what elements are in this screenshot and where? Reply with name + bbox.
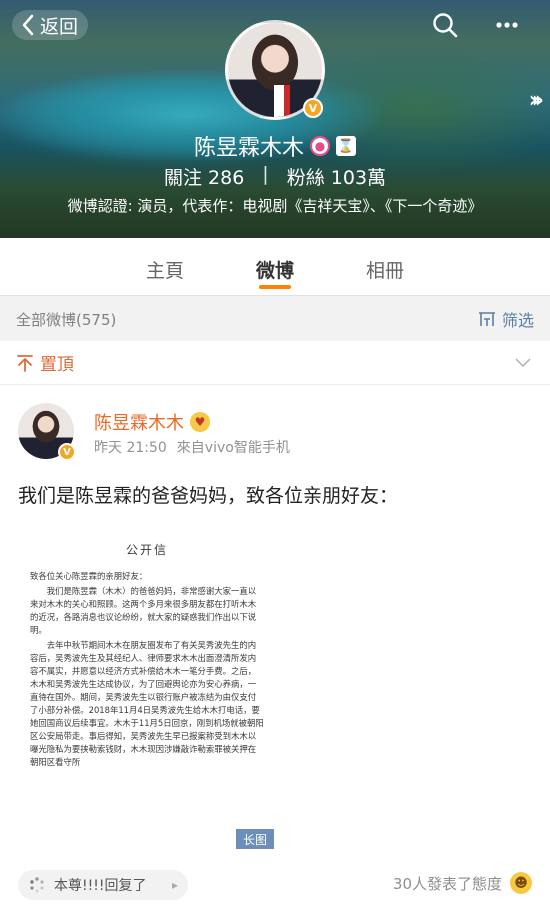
smile-emoji-icon: ☻	[510, 872, 532, 894]
post-bottom-bar: 本尊!!!!回复了 ▸ 30人發表了態度 ☻	[0, 870, 550, 916]
search-icon	[433, 13, 458, 38]
hourglass-badge-icon[interactable]: ⌛	[336, 136, 356, 156]
verification-info: 微博認證: 演员，代表作：电视剧《吉祥天宝》、《下一个奇迹》	[67, 197, 483, 215]
verified-v-icon: V	[58, 443, 76, 461]
chevron-down-icon[interactable]	[514, 353, 532, 371]
post-author-row: 陈昱霖木木 ♥	[94, 409, 210, 435]
pinned-label-group: 置頂	[16, 350, 74, 375]
post-author-name[interactable]: 陈昱霖木木	[94, 409, 184, 435]
tab-home[interactable]: 主頁	[110, 238, 220, 295]
pinned-label: 置頂	[40, 355, 74, 375]
stats-separator: |	[262, 163, 269, 185]
letter-salutation: 致各位关心陈昱霖的亲朋好友：	[30, 571, 148, 581]
more-icon	[496, 22, 518, 28]
member-badge-icon[interactable]: ●	[310, 136, 330, 156]
filter-button[interactable]: 筛选	[478, 307, 534, 331]
weibo-count-label: 全部微博(575)	[16, 310, 117, 329]
letter-paragraph: 去年中秋节期间木木在朋友圈发布了有关吴秀波先生的内容后，吴秀波先生及其经纪人、律…	[30, 640, 264, 767]
pin-top-icon	[17, 354, 33, 372]
pinned-row[interactable]: 置頂	[0, 341, 550, 385]
profile-tabs: 主頁 微博 相冊	[0, 238, 550, 296]
following-count: 286	[208, 167, 245, 189]
fans-stat[interactable]: 粉絲 103萬	[287, 163, 386, 190]
reaction-summary[interactable]: 30人發表了態度 ☻	[393, 872, 532, 894]
verified-v-icon: V	[303, 98, 323, 118]
chevron-left-icon	[22, 14, 34, 36]
weibo-post: V 陈昱霖木木 ♥ 昨天 21:50 來自vivo智能手机 我们是陈昱霖的爸爸妈…	[0, 385, 550, 916]
chevron-right-icon: ▸	[171, 878, 178, 892]
post-meta: 昨天 21:50 來自vivo智能手机	[94, 437, 290, 457]
back-button[interactable]: 返回	[12, 10, 89, 40]
filter-icon	[478, 312, 495, 326]
following-label: 關注	[163, 167, 202, 189]
profile-name-row: 陈昱霖木木 ● ⌛	[0, 130, 550, 162]
profile-name: 陈昱霖木木	[193, 136, 304, 161]
filter-label: 筛选	[501, 311, 534, 330]
fans-label: 粉絲	[286, 167, 325, 189]
loading-spinner-icon	[30, 877, 44, 893]
following-stat[interactable]: 關注 286	[164, 163, 244, 190]
long-image-badge: 长图	[236, 829, 274, 849]
tab-album[interactable]: 相冊	[330, 238, 440, 295]
comment-preview-text: 本尊!!!!回复了	[54, 878, 147, 894]
post-text: 我们是陈昱霖的爸爸妈妈，致各位亲朋好友：	[18, 485, 399, 507]
letter-paragraph: 我们是陈昱霖（木木）的爸爸妈妈，非常感谢大家一直以来对木木的关心和照顾。这两个多…	[30, 586, 257, 635]
expand-profile-button[interactable]: ›››	[528, 88, 544, 113]
comment-preview-button[interactable]: 本尊!!!!回复了 ▸	[18, 870, 188, 900]
emoji-badge-icon: ♥	[190, 412, 210, 432]
search-button[interactable]	[428, 8, 462, 42]
filter-bar: 全部微博(575) 筛选	[0, 297, 550, 341]
reaction-text: 30人發表了態度	[392, 874, 502, 893]
fans-count: 103萬	[330, 167, 387, 189]
post-source[interactable]: 來自vivo智能手机	[177, 437, 290, 457]
tab-weibo[interactable]: 微博	[220, 238, 330, 295]
profile-stats: 關注 286 | 粉絲 103萬	[0, 163, 550, 190]
back-label: 返回	[40, 15, 79, 38]
double-chevron-right-icon: ›››	[528, 88, 544, 113]
post-image-letter[interactable]: 公开信 致各位关心陈昱霖的亲朋好友： 我们是陈昱霖（木木）的爸爸妈妈，非常感谢大…	[18, 521, 274, 841]
letter-title: 公开信	[125, 543, 168, 557]
post-time: 昨天 21:50	[94, 440, 167, 456]
more-options-button[interactable]	[490, 8, 524, 42]
